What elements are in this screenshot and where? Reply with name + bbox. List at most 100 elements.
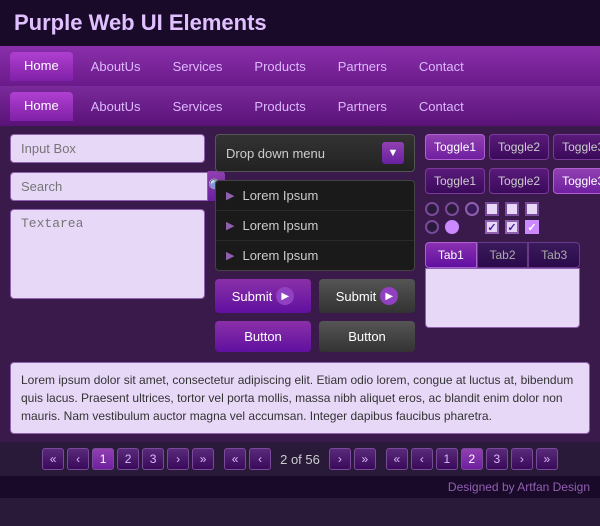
toggle2-btn2[interactable]: Toggle2 <box>489 168 549 194</box>
search-input[interactable] <box>10 172 208 201</box>
pag1-page3[interactable]: 3 <box>142 448 164 470</box>
dropdown-header[interactable]: Drop down menu ▼ <box>215 134 415 172</box>
checkbox-check-1[interactable]: ✓ <box>485 220 499 234</box>
radio-empty-2[interactable] <box>445 202 459 216</box>
nav1-contact[interactable]: Contact <box>405 53 478 80</box>
left-column: 🔍 <box>10 134 205 352</box>
primary-nav: Home AboutUs Services Products Partners … <box>0 46 600 86</box>
input-box[interactable] <box>10 134 205 163</box>
dropdown-item-label: Lorem Ipsum <box>242 218 318 233</box>
radio-full-1[interactable] <box>465 202 479 216</box>
pagination-group-2: « ‹ 2 of 56 › » <box>224 448 376 470</box>
button-purple[interactable]: Button <box>215 321 311 352</box>
toggle2-btn1[interactable]: Toggle1 <box>425 168 485 194</box>
pag1-next[interactable]: › <box>167 448 189 470</box>
pag1-first[interactable]: « <box>42 448 64 470</box>
footer: Designed by Artfan Design <box>0 476 600 498</box>
arrow-right-icon: ▶ <box>226 249 234 262</box>
pag3-page1[interactable]: 1 <box>436 448 458 470</box>
nav1-home[interactable]: Home <box>10 52 73 81</box>
submit-button-purple[interactable]: Submit ▶ <box>215 279 311 313</box>
nav1-services[interactable]: Services <box>159 53 237 80</box>
pagination-group-1: « ‹ 1 2 3 › » <box>42 448 214 470</box>
search-row: 🔍 <box>10 171 205 201</box>
controls-row: ✓ ✓ ✓ <box>425 202 580 234</box>
dropdown-arrow-icon: ▼ <box>382 142 404 164</box>
submit-arrow-icon: ▶ <box>276 287 294 305</box>
toggle-row-1: Toggle1 Toggle2 Toggle3 <box>425 134 580 160</box>
button-dark[interactable]: Button <box>319 321 415 352</box>
main-area: 🔍 Drop down menu ▼ ▶ Lorem Ipsum ▶ Lorem… <box>0 126 600 442</box>
radio-line-1 <box>425 202 580 216</box>
pagination-row: « ‹ 1 2 3 › » « ‹ 2 of 56 › » « ‹ 1 2 3 … <box>0 442 600 476</box>
pag2-prev[interactable]: ‹ <box>249 448 271 470</box>
pag2-last[interactable]: » <box>354 448 376 470</box>
nav1-products[interactable]: Products <box>240 53 319 80</box>
submit-arrow-dark-icon: ▶ <box>380 287 398 305</box>
pag3-next[interactable]: › <box>511 448 533 470</box>
checkbox-check-2[interactable]: ✓ <box>505 220 519 234</box>
nav1-partners[interactable]: Partners <box>324 53 401 80</box>
pag2-first[interactable]: « <box>224 448 246 470</box>
pag1-last[interactable]: » <box>192 448 214 470</box>
page-title: Purple Web UI Elements <box>0 0 600 46</box>
middle-column: Drop down menu ▼ ▶ Lorem Ipsum ▶ Lorem I… <box>215 134 415 352</box>
tab2-btn[interactable]: Tab2 <box>477 242 529 268</box>
pag1-page1[interactable]: 1 <box>92 448 114 470</box>
pag1-page2[interactable]: 2 <box>117 448 139 470</box>
pag3-prev[interactable]: ‹ <box>411 448 433 470</box>
nav2-services[interactable]: Services <box>159 93 237 120</box>
pag1-prev[interactable]: ‹ <box>67 448 89 470</box>
pag3-page2[interactable]: 2 <box>461 448 483 470</box>
toggle2-btn3[interactable]: Toggle3 <box>553 168 600 194</box>
pag3-last[interactable]: » <box>536 448 558 470</box>
dropdown-item[interactable]: ▶ Lorem Ipsum <box>216 181 414 211</box>
pagination-group-3: « ‹ 1 2 3 › » <box>386 448 558 470</box>
dropdown-list: ▶ Lorem Ipsum ▶ Lorem Ipsum ▶ Lorem Ipsu… <box>215 180 415 271</box>
submit-row: Submit ▶ Submit ▶ <box>215 279 415 313</box>
nav2-aboutus[interactable]: AboutUs <box>77 93 155 120</box>
text-block: Lorem ipsum dolor sit amet, consectetur … <box>10 362 590 434</box>
dropdown-item[interactable]: ▶ Lorem Ipsum <box>216 241 414 270</box>
secondary-nav: Home AboutUs Services Products Partners … <box>0 86 600 126</box>
toggle1-btn3[interactable]: Toggle3 <box>553 134 600 160</box>
checkbox-empty-2[interactable] <box>505 202 519 216</box>
dropdown-item[interactable]: ▶ Lorem Ipsum <box>216 211 414 241</box>
checkbox-filled-1[interactable]: ✓ <box>525 220 539 234</box>
right-column: Toggle1 Toggle2 Toggle3 Toggle1 Toggle2 … <box>425 134 580 352</box>
tab3-btn[interactable]: Tab3 <box>528 242 580 268</box>
nav1-aboutus[interactable]: AboutUs <box>77 53 155 80</box>
pag3-first[interactable]: « <box>386 448 408 470</box>
textarea[interactable] <box>10 209 205 299</box>
arrow-right-icon: ▶ <box>226 189 234 202</box>
pag3-page3[interactable]: 3 <box>486 448 508 470</box>
nav2-partners[interactable]: Partners <box>324 93 401 120</box>
toggle1-btn1[interactable]: Toggle1 <box>425 134 485 160</box>
tabs-container: Tab1 Tab2 Tab3 <box>425 242 580 328</box>
radio-empty-1[interactable] <box>425 202 439 216</box>
submit-label-dark: Submit <box>336 289 376 304</box>
nav2-contact[interactable]: Contact <box>405 93 478 120</box>
tabs-header: Tab1 Tab2 Tab3 <box>425 242 580 268</box>
dropdown-item-label: Lorem Ipsum <box>242 248 318 263</box>
toggle-row-2: Toggle1 Toggle2 Toggle3 <box>425 168 580 194</box>
radio-line-2: ✓ ✓ ✓ <box>425 220 580 234</box>
toggle1-btn2[interactable]: Toggle2 <box>489 134 549 160</box>
nav2-home[interactable]: Home <box>10 92 73 121</box>
tab1-btn[interactable]: Tab1 <box>425 242 477 268</box>
arrow-right-icon: ▶ <box>226 219 234 232</box>
button-row: Button Button <box>215 321 415 352</box>
pag2-next[interactable]: › <box>329 448 351 470</box>
dropdown-item-label: Lorem Ipsum <box>242 188 318 203</box>
submit-button-dark[interactable]: Submit ▶ <box>319 279 415 313</box>
footer-text: Designed by Artfan Design <box>448 480 590 494</box>
submit-label: Submit <box>232 289 272 304</box>
checkbox-empty-3[interactable] <box>525 202 539 216</box>
tab-content <box>425 268 580 328</box>
radio-empty-3[interactable] <box>425 220 439 234</box>
radio-filled-1[interactable] <box>445 220 459 234</box>
dropdown-label: Drop down menu <box>226 146 325 161</box>
nav2-products[interactable]: Products <box>240 93 319 120</box>
pag2-label: 2 of 56 <box>274 452 326 467</box>
checkbox-empty-1[interactable] <box>485 202 499 216</box>
